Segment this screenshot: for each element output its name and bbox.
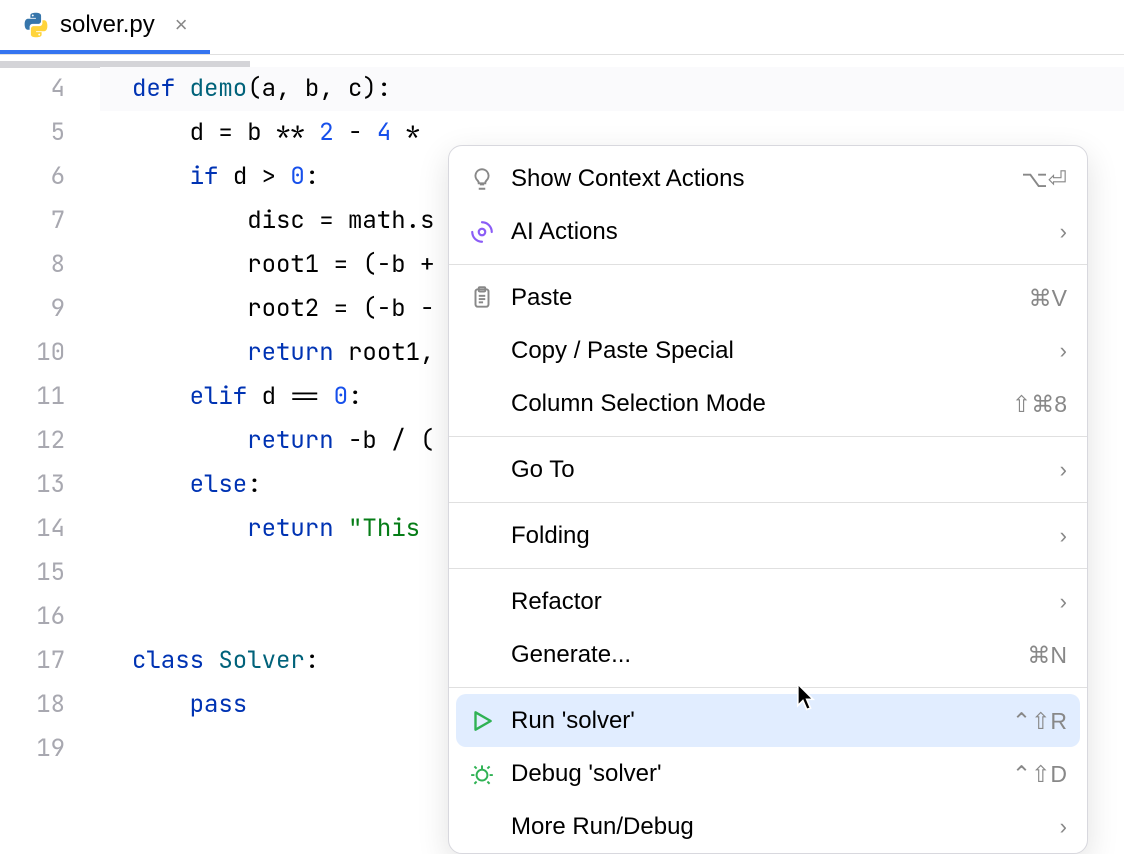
line-number: 5 (0, 111, 65, 155)
menu-item-copy-paste-special[interactable]: Copy / Paste Special › (449, 324, 1087, 377)
menu-shortcut: ⌃⇧D (1012, 752, 1067, 796)
context-menu: Show Context Actions ⌥⏎ AI Actions › Paste ⌘V… (448, 145, 1088, 854)
chevron-right-icon: › (1060, 580, 1067, 624)
menu-label: Paste (511, 276, 1015, 320)
chevron-right-icon: › (1060, 448, 1067, 492)
line-number: 7 (0, 199, 65, 243)
chevron-right-icon: › (1060, 805, 1067, 849)
menu-label: Run 'solver' (511, 699, 998, 743)
menu-item-folding[interactable]: Folding › (449, 509, 1087, 562)
menu-item-refactor[interactable]: Refactor › (449, 575, 1087, 628)
menu-item-column-selection-mode[interactable]: Column Selection Mode ⇧⌘8 (449, 377, 1087, 430)
menu-separator (449, 436, 1087, 437)
empty-icon (467, 640, 497, 670)
lightbulb-icon (467, 164, 497, 194)
menu-item-ai-actions[interactable]: AI Actions › (449, 205, 1087, 258)
menu-item-show-context-actions[interactable]: Show Context Actions ⌥⏎ (449, 152, 1087, 205)
debug-icon (467, 759, 497, 789)
empty-icon (467, 587, 497, 617)
line-number: 16 (0, 595, 65, 639)
menu-shortcut: ⌥⏎ (1021, 157, 1067, 201)
line-number: 11 (0, 375, 65, 419)
menu-shortcut: ⇧⌘8 (1012, 382, 1067, 426)
paste-icon (467, 283, 497, 313)
python-icon (22, 11, 50, 39)
line-number: 14 (0, 507, 65, 551)
line-number: 10 (0, 331, 65, 375)
menu-separator (449, 568, 1087, 569)
menu-item-debug-solver[interactable]: Debug 'solver' ⌃⇧D (449, 747, 1087, 800)
line-number: 13 (0, 463, 65, 507)
close-tab-icon[interactable]: × (175, 14, 188, 36)
empty-icon (467, 455, 497, 485)
menu-item-more-run-debug[interactable]: More Run/Debug › (449, 800, 1087, 853)
menu-shortcut: ⌃⇧R (1012, 699, 1067, 743)
menu-label: Show Context Actions (511, 157, 1007, 201)
empty-icon (467, 389, 497, 419)
editor[interactable]: 45678910111213141516171819 def demo(a, b… (0, 55, 1124, 802)
empty-icon (467, 521, 497, 551)
line-number: 6 (0, 155, 65, 199)
menu-label: Refactor (511, 580, 1046, 624)
menu-label: Debug 'solver' (511, 752, 998, 796)
menu-label: AI Actions (511, 210, 1046, 254)
line-number: 17 (0, 639, 65, 683)
menu-label: Folding (511, 514, 1046, 558)
line-number: 19 (0, 727, 65, 771)
line-number: 12 (0, 419, 65, 463)
menu-separator (449, 502, 1087, 503)
menu-item-go-to[interactable]: Go To › (449, 443, 1087, 496)
line-number: 9 (0, 287, 65, 331)
tab-bar: solver.py × (0, 0, 1124, 55)
chevron-right-icon: › (1060, 329, 1067, 373)
menu-label: Generate... (511, 633, 1013, 677)
line-number: 18 (0, 683, 65, 727)
menu-item-run-solver[interactable]: Run 'solver' ⌃⇧R (456, 694, 1080, 747)
menu-label: Column Selection Mode (511, 382, 998, 426)
menu-separator (449, 264, 1087, 265)
menu-label: Go To (511, 448, 1046, 492)
menu-label: Copy / Paste Special (511, 329, 1046, 373)
file-tab[interactable]: solver.py × (0, 0, 210, 54)
menu-shortcut: ⌘N (1027, 633, 1067, 677)
line-number: 8 (0, 243, 65, 287)
tab-filename: solver.py (60, 11, 155, 39)
code-line[interactable]: def demo(a, b, c): (100, 67, 1124, 111)
menu-label: More Run/Debug (511, 805, 1046, 849)
empty-icon (467, 812, 497, 842)
run-icon (467, 706, 497, 736)
menu-shortcut: ⌘V (1029, 276, 1067, 320)
line-number: 15 (0, 551, 65, 595)
line-gutter: 45678910111213141516171819 (0, 55, 100, 802)
chevron-right-icon: › (1060, 514, 1067, 558)
ai-icon (467, 217, 497, 247)
line-number: 4 (0, 67, 65, 111)
menu-item-generate[interactable]: Generate... ⌘N (449, 628, 1087, 681)
chevron-right-icon: › (1060, 210, 1067, 254)
menu-item-paste[interactable]: Paste ⌘V (449, 271, 1087, 324)
menu-separator (449, 687, 1087, 688)
empty-icon (467, 336, 497, 366)
